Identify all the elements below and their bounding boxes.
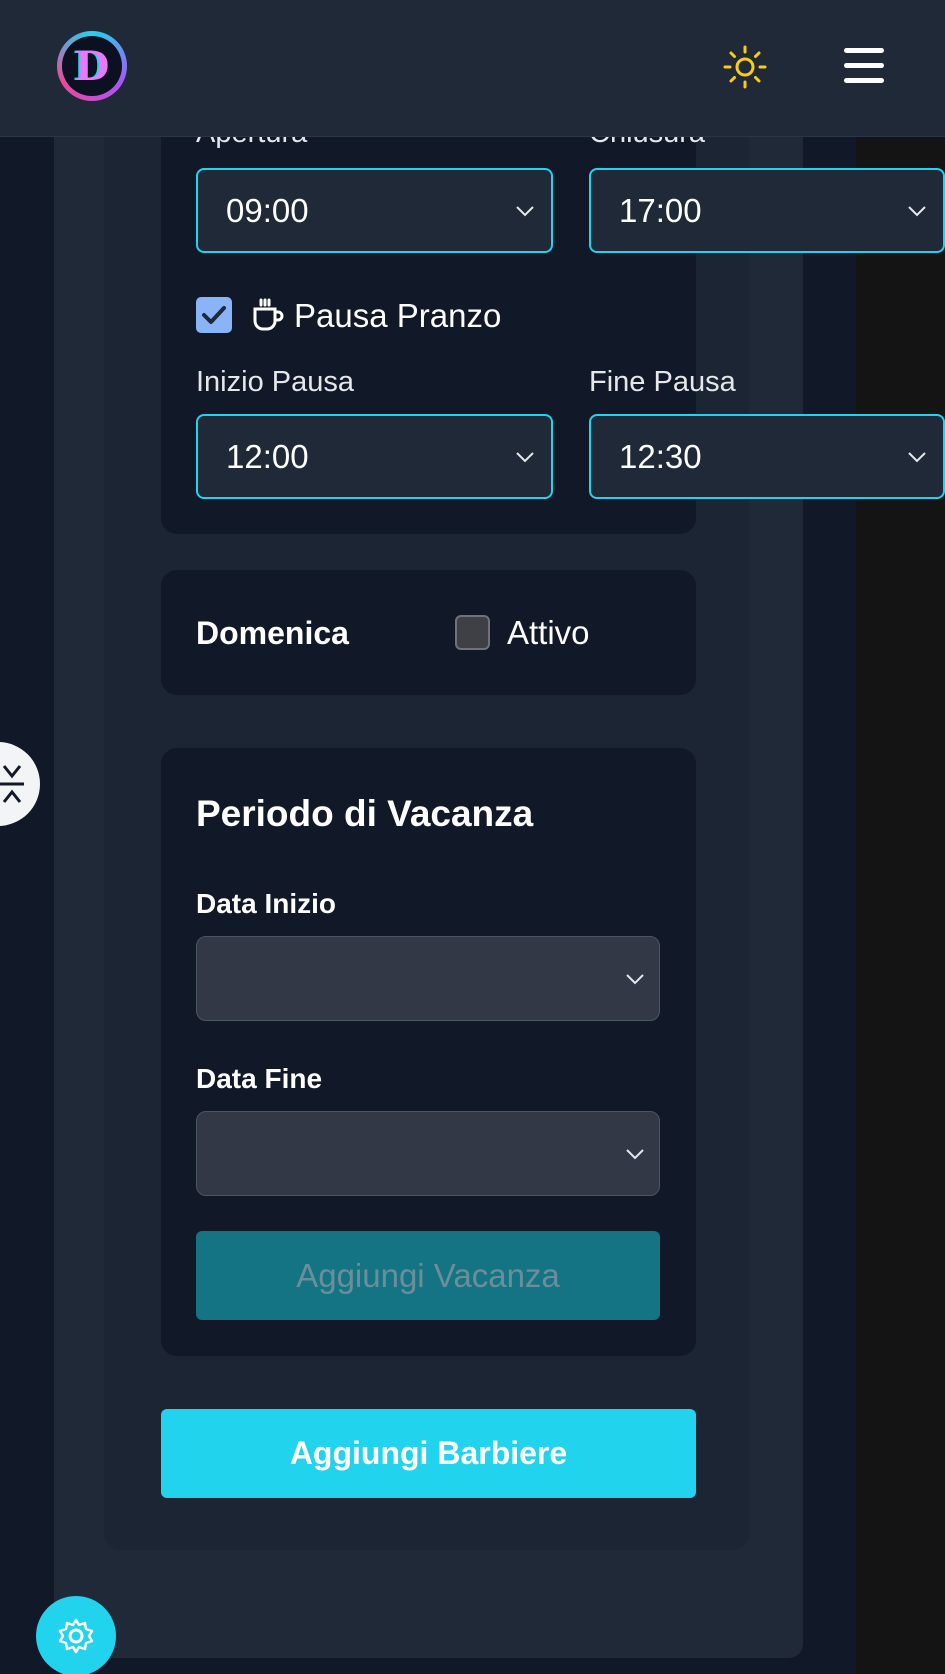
sunday-active-label: Attivo xyxy=(507,614,590,651)
chevron-down-icon xyxy=(516,451,534,462)
chevron-down-icon xyxy=(626,973,644,984)
lunch-break-label: Pausa Pranzo xyxy=(294,297,502,334)
add-barber-button[interactable]: Aggiungi Barbiere xyxy=(161,1409,696,1498)
sun-icon[interactable] xyxy=(722,44,768,90)
close-time-value: 17:00 xyxy=(619,191,702,229)
sunday-label: Domenica xyxy=(196,615,349,651)
gear-icon xyxy=(58,1618,94,1654)
hamburger-menu-icon[interactable] xyxy=(842,45,886,85)
logo-letter: D xyxy=(62,36,122,96)
add-vacation-button[interactable]: Aggiungi Vacanza xyxy=(196,1231,660,1320)
sunday-active-checkbox[interactable] xyxy=(455,615,490,650)
chevron-down-icon xyxy=(908,205,926,216)
chevron-down-icon xyxy=(626,1148,644,1159)
vacation-title: Periodo di Vacanza xyxy=(196,793,534,834)
open-time-select[interactable]: 09:00 xyxy=(196,168,553,253)
break-start-label: Inizio Pausa xyxy=(196,366,354,398)
break-end-label: Fine Pausa xyxy=(589,366,736,398)
chevron-down-icon xyxy=(516,205,534,216)
settings-button[interactable] xyxy=(36,1596,116,1674)
vacation-end-select[interactable] xyxy=(196,1111,660,1196)
top-header: D xyxy=(0,0,945,137)
app-logo[interactable]: D xyxy=(57,31,127,101)
open-time-value: 09:00 xyxy=(226,191,309,229)
collapse-arrows-icon xyxy=(0,765,24,803)
side-panel-handle[interactable] xyxy=(0,742,40,826)
break-start-select[interactable]: 12:00 xyxy=(196,414,553,499)
chevron-down-icon xyxy=(908,451,926,462)
vacation-start-label: Data Inizio xyxy=(196,888,337,919)
close-time-select[interactable]: 17:00 xyxy=(589,168,945,253)
break-end-value: 12:30 xyxy=(619,437,702,475)
checkmark-icon xyxy=(202,306,226,324)
break-end-select[interactable]: 12:30 xyxy=(589,414,945,499)
vacation-start-select[interactable] xyxy=(196,936,660,1021)
lunch-break-checkbox[interactable] xyxy=(196,297,232,333)
vacation-end-label: Data Fine xyxy=(196,1063,323,1094)
break-start-value: 12:00 xyxy=(226,437,309,475)
coffee-cup-icon xyxy=(253,298,284,331)
